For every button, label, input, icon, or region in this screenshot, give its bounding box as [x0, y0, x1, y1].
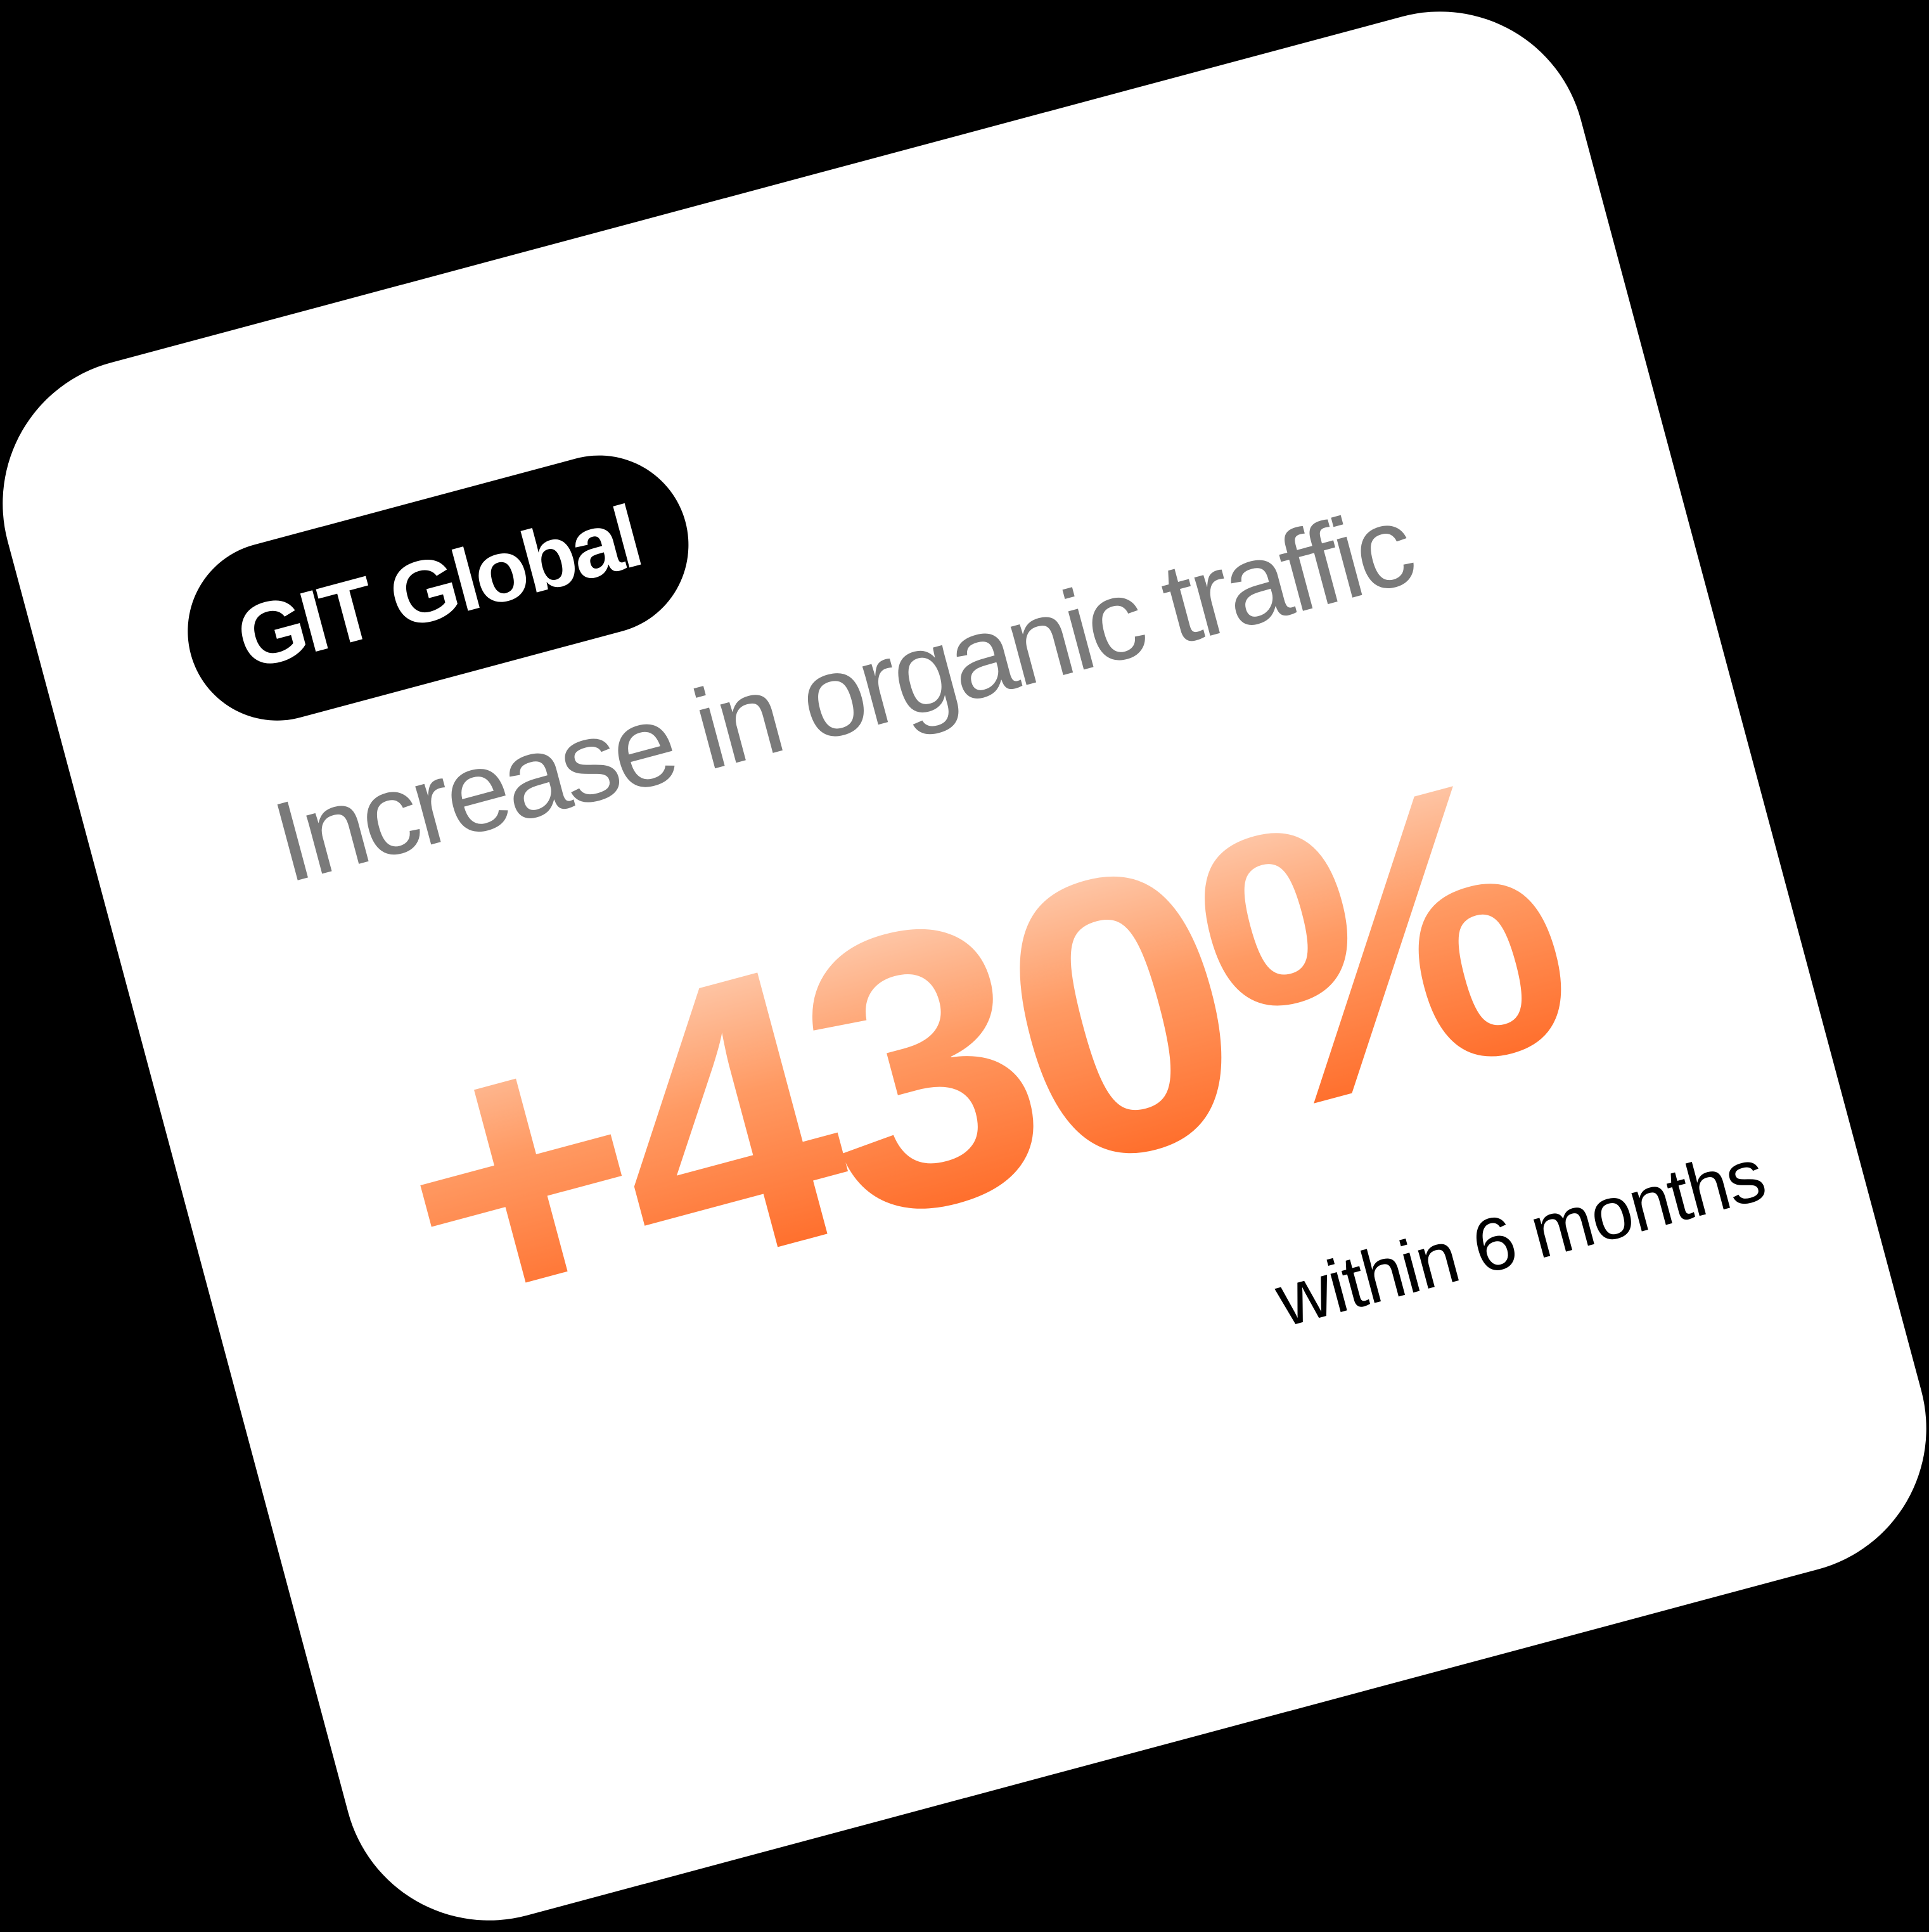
stat-card: GIT Global Increase in organic traffic +…	[0, 0, 1929, 1932]
canvas: GIT Global Increase in organic traffic +…	[0, 0, 1929, 1932]
